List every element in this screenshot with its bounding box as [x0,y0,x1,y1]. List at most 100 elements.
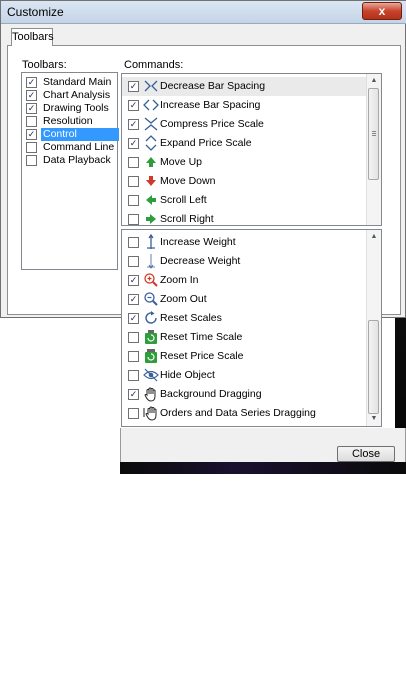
command-checkbox[interactable]: ✓ [128,138,139,149]
command-checkbox[interactable]: ✓ [128,389,139,400]
toolbar-item-label: Chart Analysis [43,89,111,101]
scroll-up-arrow[interactable]: ▲ [367,230,381,244]
command-label: Reset Price Scale [160,350,244,362]
upper-scrollbar[interactable]: ▲ [366,74,381,225]
command-item[interactable]: Hide Object [122,366,368,385]
tab-toolbars-label: Toolbars [12,31,54,43]
expand-price-scale-icon [143,135,159,151]
command-label: Hide Object [160,369,215,381]
arrow-up-icon [143,154,159,170]
command-checkbox[interactable]: ✓ [128,275,139,286]
close-icon: x [378,4,386,18]
close-button[interactable]: Close [337,446,395,462]
commands-label: Commands: [124,59,184,71]
toolbar-item[interactable]: Data Playback [24,154,117,167]
scroll-down-arrow[interactable]: ▼ [367,412,381,426]
command-label: Zoom In [160,274,199,286]
command-item[interactable]: Increase Weight [122,233,368,252]
command-item[interactable]: ✓ Expand Price Scale [122,134,368,153]
toolbar-checkbox[interactable]: ✓ [26,90,37,101]
zoom-in-icon [143,272,159,288]
command-label: Scroll Left [160,194,207,206]
command-item[interactable]: Reset Time Scale [122,328,368,347]
command-label: Move Up [160,156,203,168]
command-checkbox[interactable] [128,370,139,381]
command-checkbox[interactable]: ✓ [128,119,139,130]
command-checkbox[interactable] [128,195,139,206]
command-label: Orders and Data Series Dragging [160,407,316,419]
command-item[interactable]: Scroll Left [122,191,368,210]
toolbar-checkbox[interactable] [26,142,37,153]
close-button-label: Close [351,448,381,460]
toolbar-item-label: Data Playback [43,154,111,166]
commands-list-upper[interactable]: Scroll Right Scroll Left Move Down Move Up ✓… [121,73,382,226]
command-item[interactable]: ✓ Decrease Bar Spacing [122,77,368,96]
toolbar-item[interactable]: Command Line [24,141,117,154]
toolbar-item[interactable]: ✓ Chart Analysis [24,89,117,102]
command-checkbox[interactable] [128,408,139,419]
command-checkbox[interactable] [128,157,139,168]
command-item[interactable]: ✓ Increase Bar Spacing [122,96,368,115]
toolbar-checkbox[interactable] [26,155,37,166]
toolbar-checkbox[interactable]: ✓ [26,77,37,88]
command-checkbox[interactable]: ✓ [128,313,139,324]
command-label: Scroll Right [160,213,214,225]
command-checkbox[interactable] [128,351,139,362]
toolbar-item[interactable]: ✓ Control [24,128,119,141]
decrease-bar-spacing-icon [143,78,159,94]
toolbar-item[interactable]: ✓ Drawing Tools [24,102,117,115]
hand-drag-icon [143,405,159,421]
command-label: Zoom Out [160,293,207,305]
command-item[interactable]: Orders and Data Series Dragging [122,404,368,423]
command-checkbox[interactable] [128,332,139,343]
toolbar-item-label: Standard Main [43,76,112,88]
commands-list-lower[interactable]: Orders and Data Series Dragging ✓ Backgrou… [121,229,382,427]
command-item[interactable]: Reset Price Scale [122,347,368,366]
toolbar-item-label: Drawing Tools [43,102,109,114]
toolbar-item-label: Command Line [43,141,115,153]
toolbar-checkbox[interactable]: ✓ [26,129,37,140]
toolbar-item[interactable]: Resolution [24,115,117,128]
command-checkbox[interactable] [128,237,139,248]
command-label: Decrease Bar Spacing [160,80,266,92]
toolbar-checkbox[interactable]: ✓ [26,103,37,114]
command-item[interactable]: ✓ Background Dragging [122,385,368,404]
window-title: Customize [7,5,64,19]
command-checkbox[interactable] [128,176,139,187]
increase-weight-icon [143,234,159,250]
tab-toolbars[interactable]: Toolbars [11,28,54,46]
toolbars-label: Toolbars: [22,59,67,71]
scroll-up-arrow[interactable]: ▲ [367,74,381,88]
toolbar-item[interactable]: ✓ Standard Main [24,76,117,89]
window-close-button[interactable]: x [362,2,402,20]
command-label: Reset Time Scale [160,331,243,343]
lower-scrollbar[interactable]: ▲ ▼ [366,230,381,426]
scroll-thumb[interactable] [368,320,379,414]
command-label: Increase Weight [160,236,236,248]
decrease-weight-icon [143,253,159,269]
command-checkbox[interactable]: ✓ [128,100,139,111]
hand-icon [143,386,159,402]
command-item[interactable]: Move Up [122,153,368,172]
command-item[interactable]: Scroll Right [122,210,368,225]
command-checkbox[interactable]: ✓ [128,294,139,305]
command-item[interactable]: ✓ Reset Scales [122,309,368,328]
command-item[interactable]: ✓ Zoom Out [122,290,368,309]
command-checkbox[interactable]: ✓ [128,81,139,92]
toolbar-checkbox[interactable] [26,116,37,127]
command-item[interactable]: Move Down [122,172,368,191]
title-bar: Customize x [1,1,406,24]
command-label: Background Dragging [160,388,262,400]
command-checkbox[interactable] [128,214,139,225]
command-checkbox[interactable] [128,256,139,267]
scroll-thumb[interactable] [368,88,379,180]
toolbar-item-label: Control [41,128,119,141]
command-label: Reset Scales [160,312,222,324]
command-item[interactable]: Decrease Weight [122,252,368,271]
reset-scales-icon [143,310,159,326]
command-label: Move Down [160,175,216,187]
toolbars-list[interactable]: ✓ Standard Main ✓ Chart Analysis ✓ Drawing To… [21,72,119,270]
command-label: Increase Bar Spacing [160,99,261,111]
command-item[interactable]: ✓ Compress Price Scale [122,115,368,134]
command-item[interactable]: ✓ Zoom In [122,271,368,290]
